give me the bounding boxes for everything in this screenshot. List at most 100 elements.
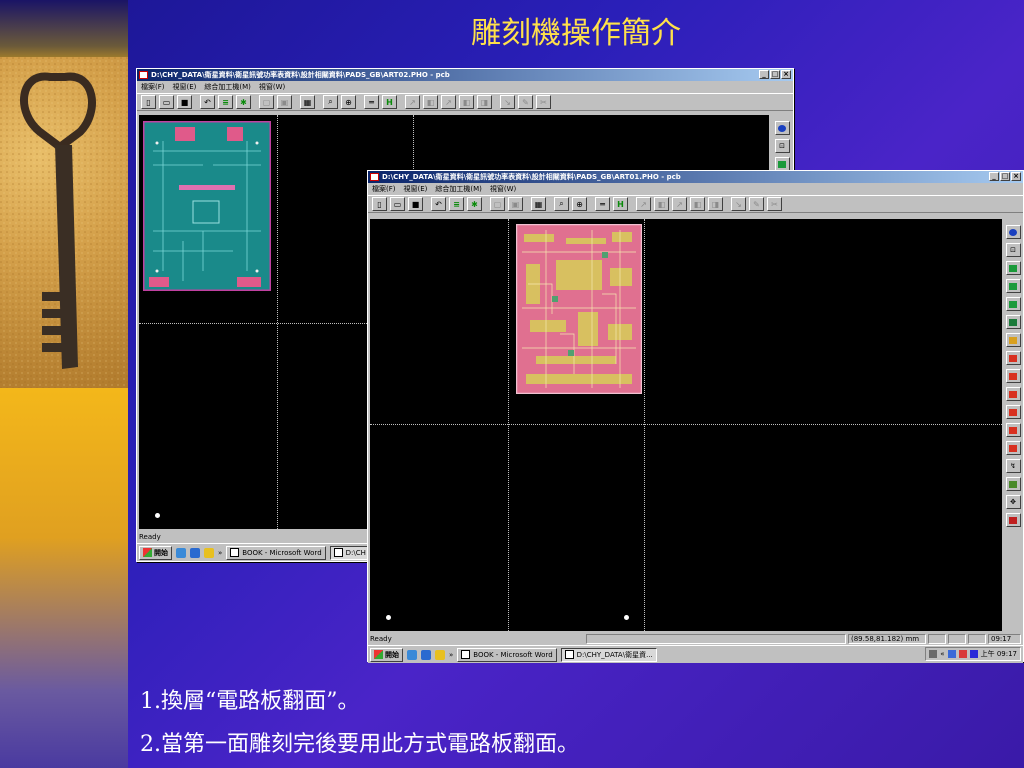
undo-icon[interactable]: ↶: [431, 197, 446, 211]
layer-3-icon[interactable]: [1005, 297, 1021, 311]
zoom-fit-icon[interactable]: ⊡: [1005, 243, 1021, 257]
task-button-word[interactable]: BOOK - Microsoft Word: [457, 647, 557, 662]
tool-5-icon[interactable]: [1005, 423, 1021, 437]
quicklaunch-icon[interactable]: [435, 649, 445, 660]
window-art01[interactable]: D:\CHY_DATA\衛星資料\衛星訊號功率表資料\設計相關資料\PADS_G…: [367, 170, 1024, 663]
task-button-word[interactable]: BOOK - Microsoft Word: [226, 545, 326, 560]
home-icon[interactable]: [1005, 225, 1021, 239]
menu-file[interactable]: 檔案(F): [372, 183, 396, 195]
task-button-pcb[interactable]: D:\CHY_DATA\衛星資...: [560, 647, 657, 662]
move-icon[interactable]: ✥: [1005, 495, 1021, 509]
cut-icon[interactable]: ◨: [708, 197, 723, 211]
chevron-icon[interactable]: »: [218, 549, 222, 557]
drill-icon[interactable]: ◧: [654, 197, 669, 211]
maximize-button[interactable]: □: [770, 70, 780, 79]
zoom-window-icon[interactable]: ⊕: [341, 95, 356, 109]
new-file-icon[interactable]: ▯: [372, 197, 387, 211]
window-icon[interactable]: ▣: [277, 95, 292, 109]
zoom-window-icon[interactable]: ⊕: [572, 197, 587, 211]
zoom-icon[interactable]: ⌕: [554, 197, 569, 211]
menu-view[interactable]: 視窗(E): [173, 81, 197, 93]
window-art02-titlebar[interactable]: D:\CHY_DATA\衛星資料\衛星訊號功率表資料\設計相關資料\PADS_G…: [137, 69, 793, 81]
mill-icon[interactable]: ↗: [672, 197, 687, 211]
dimension-icon[interactable]: H: [382, 95, 397, 109]
route-icon[interactable]: ↘: [500, 95, 515, 109]
layer-4-icon[interactable]: [1005, 315, 1021, 329]
tray-icon[interactable]: [947, 650, 956, 658]
grid-icon[interactable]: ▢: [259, 95, 274, 109]
window-icon[interactable]: ▣: [508, 197, 523, 211]
tool-7-icon[interactable]: ↯: [1005, 459, 1021, 473]
route-icon[interactable]: ↘: [731, 197, 746, 211]
minimize-button[interactable]: _: [759, 70, 769, 79]
mill-icon[interactable]: ↗: [441, 95, 456, 109]
layer-2-icon[interactable]: [1005, 279, 1021, 293]
undo-icon[interactable]: ↶: [200, 95, 215, 109]
cut-icon[interactable]: ◨: [477, 95, 492, 109]
save-icon[interactable]: ■: [408, 197, 423, 211]
route-icon[interactable]: ↗: [636, 197, 651, 211]
menu-file[interactable]: 檔案(F): [141, 81, 165, 93]
tray-icon[interactable]: [929, 650, 938, 658]
quicklaunch-icon[interactable]: [421, 649, 431, 660]
save-icon[interactable]: ■: [177, 95, 192, 109]
dimension-icon[interactable]: H: [613, 197, 628, 211]
tool-3-icon[interactable]: [1005, 387, 1021, 401]
task-button-pcb[interactable]: D:\CH: [329, 545, 370, 560]
window-art01-title: D:\CHY_DATA\衛星資料\衛星訊號功率表資料\設計相關資料\PADS_G…: [382, 173, 681, 181]
menu-machine[interactable]: 綜合加工機(M): [435, 183, 482, 195]
start-button[interactable]: 開始: [139, 545, 172, 560]
route-icon[interactable]: ↗: [405, 95, 420, 109]
close-button[interactable]: ×: [1011, 172, 1021, 181]
probe-icon[interactable]: ✎: [518, 95, 533, 109]
open-folder-icon[interactable]: ▭: [159, 95, 174, 109]
layer-1-icon[interactable]: [774, 157, 790, 171]
tray-icon[interactable]: [958, 650, 967, 658]
layer-stack-icon[interactable]: ≡: [449, 197, 464, 211]
layer-stack-icon[interactable]: ≡: [218, 95, 233, 109]
table-icon[interactable]: ▦: [300, 95, 315, 109]
minimize-button[interactable]: _: [989, 172, 999, 181]
cut-icon[interactable]: ✂: [536, 95, 551, 109]
close-button[interactable]: ×: [781, 70, 791, 79]
window-art01-titlebar[interactable]: D:\CHY_DATA\衛星資料\衛星訊號功率表資料\設計相關資料\PADS_G…: [368, 171, 1023, 183]
menu-view[interactable]: 視窗(E): [404, 183, 428, 195]
probe-icon[interactable]: [1005, 477, 1021, 491]
start-button[interactable]: 開始: [370, 647, 403, 662]
tool-4-icon[interactable]: [1005, 405, 1021, 419]
layer-5-icon[interactable]: [1005, 333, 1021, 347]
layer-flip-icon[interactable]: ✱: [467, 197, 482, 211]
chevron-icon[interactable]: »: [449, 651, 453, 659]
tool-1-icon[interactable]: [1005, 351, 1021, 365]
tool-6-icon[interactable]: [1005, 441, 1021, 455]
pcb-canvas-art01[interactable]: [370, 219, 1002, 631]
layer-1-icon[interactable]: [1005, 261, 1021, 275]
quicklaunch-icon[interactable]: [176, 547, 186, 558]
quicklaunch-icon[interactable]: [407, 649, 417, 660]
cut-icon[interactable]: ✂: [767, 197, 782, 211]
tray-chevron-icon[interactable]: «: [940, 650, 944, 658]
zoom-icon[interactable]: ⌕: [323, 95, 338, 109]
zoom-fit-icon[interactable]: ⊡: [774, 139, 790, 153]
home-icon[interactable]: [774, 121, 790, 135]
tray-icon[interactable]: [969, 650, 978, 658]
maximize-button[interactable]: □: [1000, 172, 1010, 181]
drill-icon[interactable]: ◧: [423, 95, 438, 109]
ruler-icon[interactable]: ═: [595, 197, 610, 211]
menu-window[interactable]: 視窗(W): [259, 81, 285, 93]
probe-icon[interactable]: ✎: [749, 197, 764, 211]
cut-icon[interactable]: ◧: [459, 95, 474, 109]
tool-2-icon[interactable]: [1005, 369, 1021, 383]
menu-window[interactable]: 視窗(W): [490, 183, 516, 195]
quicklaunch-icon[interactable]: [190, 547, 200, 558]
cut-icon[interactable]: ◧: [690, 197, 705, 211]
stop-icon[interactable]: [1005, 513, 1021, 527]
table-icon[interactable]: ▦: [531, 197, 546, 211]
layer-flip-icon[interactable]: ✱: [236, 95, 251, 109]
ruler-icon[interactable]: ═: [364, 95, 379, 109]
quicklaunch-icon[interactable]: [204, 547, 214, 558]
new-file-icon[interactable]: ▯: [141, 95, 156, 109]
open-folder-icon[interactable]: ▭: [390, 197, 405, 211]
grid-icon[interactable]: ▢: [490, 197, 505, 211]
menu-machine[interactable]: 綜合加工機(M): [204, 81, 251, 93]
